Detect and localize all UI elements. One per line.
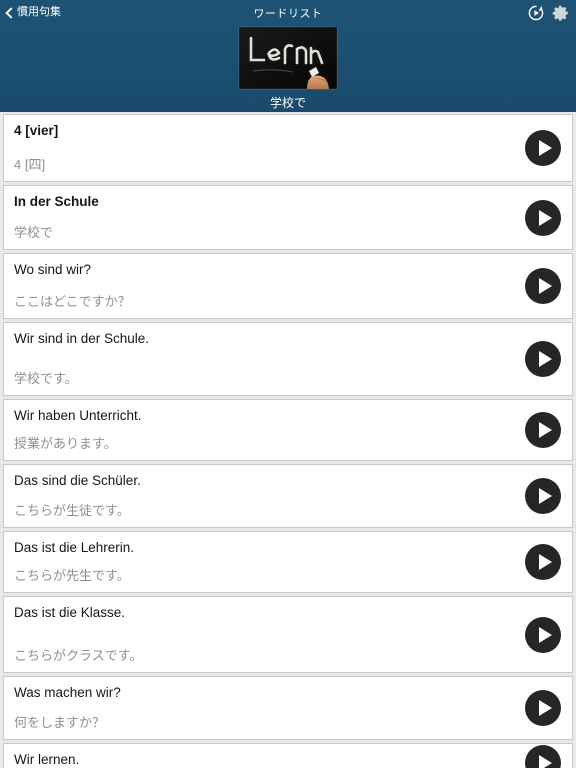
phrase-source-text: Das sind die Schüler. xyxy=(14,473,141,488)
play-triangle xyxy=(538,755,552,768)
play-icon[interactable] xyxy=(525,412,561,448)
play-icon[interactable] xyxy=(525,690,561,726)
play-triangle xyxy=(538,626,552,643)
play-icon[interactable] xyxy=(525,478,561,514)
lesson-banner: 学校で xyxy=(0,25,576,112)
phrase-source-text: Wir sind in der Schule. xyxy=(14,331,150,346)
phrase-row[interactable]: Was machen wir? 何をしますか？ xyxy=(3,676,573,740)
play-icon[interactable] xyxy=(525,544,561,580)
phrase-row[interactable]: Wir lernen. xyxy=(3,743,573,768)
play-icon[interactable] xyxy=(525,199,561,236)
phrase-translation-text: ここはどこですか？ xyxy=(14,294,131,310)
phrase-row[interactable]: Das ist die Klasse. こちらがクラスです。 xyxy=(3,596,573,673)
play-icon[interactable] xyxy=(525,268,561,304)
back-button-label: 慣用句集 xyxy=(17,6,61,18)
phrase-row[interactable]: Das sind die Schüler. こちらが生徒です。 xyxy=(3,464,573,528)
phrase-source-text: Wir haben Unterricht. xyxy=(14,408,142,423)
phrase-translation-text: 4 [四] xyxy=(14,157,46,173)
navigation-bar: 慣用句集 ワードリスト xyxy=(0,0,576,25)
play-icon[interactable] xyxy=(525,341,561,377)
play-triangle xyxy=(538,278,552,294)
phrase-row[interactable]: Wir haben Unterricht. 授業があります。 xyxy=(3,399,573,461)
phrase-row[interactable]: 4 [vier] 4 [四] xyxy=(3,114,573,182)
play-triangle xyxy=(538,422,552,438)
phrase-translation-text: 授業があります。 xyxy=(14,436,117,452)
gear-icon[interactable] xyxy=(552,4,570,22)
phrase-source-text: Das ist die Lehrerin. xyxy=(14,540,135,555)
play-triangle xyxy=(538,554,552,570)
back-button[interactable]: 慣用句集 xyxy=(0,7,61,19)
play-icon[interactable] xyxy=(525,130,561,166)
play-triangle xyxy=(538,209,552,226)
phrase-list[interactable]: 4 [vier] 4 [四] In der Schule 学校で Wo sind wir… xyxy=(0,112,576,768)
blackboard-learn-image xyxy=(239,27,337,89)
phrase-source-text: 4 [vier] xyxy=(14,123,59,138)
phrase-row[interactable]: Das ist die Lehrerin. こちらが先生です。 xyxy=(3,531,573,593)
phrase-translation-text: 学校で xyxy=(14,225,54,241)
phrase-translation-text: 学校です。 xyxy=(14,371,78,387)
phrase-source-text: Was machen wir? xyxy=(14,685,121,700)
phrase-source-text: Wir lernen. xyxy=(14,752,80,767)
play-triangle xyxy=(538,140,552,156)
phrase-row[interactable]: Wir sind in der Schule. 学校です。 xyxy=(3,322,573,396)
phrase-translation-text: こちらが生徒です。 xyxy=(14,503,130,519)
navbar-actions xyxy=(527,0,570,25)
chevron-left-icon xyxy=(6,7,13,19)
phrase-source-text: Das ist die Klasse. xyxy=(14,605,126,620)
lesson-caption: 学校で xyxy=(269,96,306,110)
lesson-thumbnail[interactable] xyxy=(239,27,337,89)
phrase-translation-text: こちらが先生です。 xyxy=(14,568,130,584)
play-icon[interactable] xyxy=(525,745,561,768)
page-title: ワードリスト xyxy=(253,7,323,20)
play-icon[interactable] xyxy=(525,616,561,653)
phrase-translation-text: こちらがクラスです。 xyxy=(14,648,143,664)
phrase-row[interactable]: Wo sind wir? ここはどこですか？ xyxy=(3,253,573,319)
play-triangle xyxy=(538,488,552,504)
phrase-source-text: Wo sind wir? xyxy=(14,262,92,277)
loop-play-icon[interactable] xyxy=(527,4,545,22)
play-triangle xyxy=(538,700,552,716)
phrase-translation-text: 何をしますか？ xyxy=(14,715,106,731)
phrase-row[interactable]: In der Schule 学校で xyxy=(3,185,573,250)
phrase-source-text: In der Schule xyxy=(14,194,99,209)
play-triangle xyxy=(538,351,552,367)
